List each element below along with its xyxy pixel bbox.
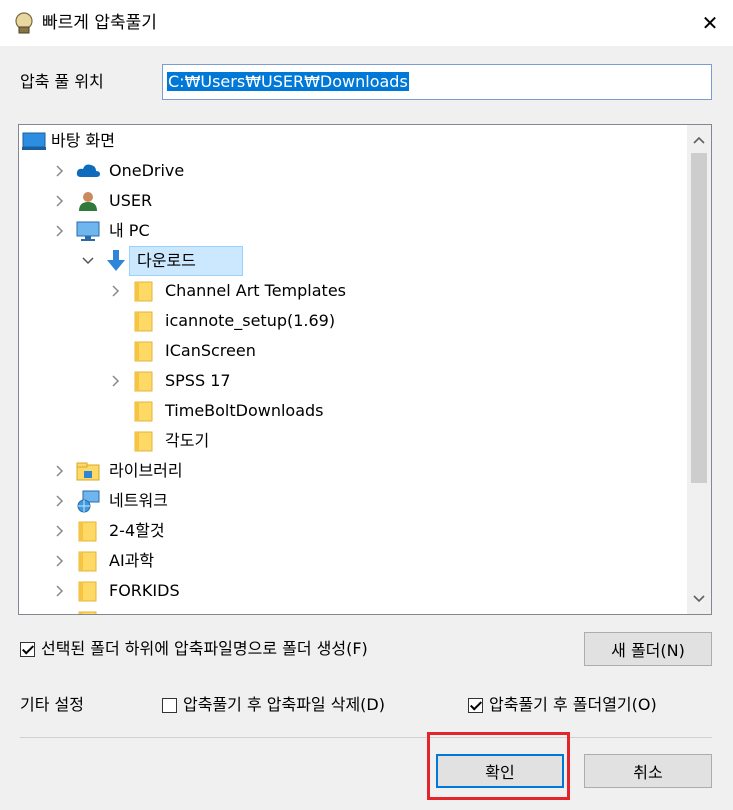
download-icon (103, 249, 129, 273)
folder-icon (75, 549, 101, 573)
tree-item[interactable] (19, 606, 687, 615)
folder-tree-rows: 바탕 화면 OneDrive USER 내 PC 다운로드 Channel Art Tem… (19, 125, 687, 614)
tree-item[interactable]: 라이브러리 (19, 456, 687, 486)
chevron-right-icon[interactable] (53, 464, 67, 478)
tree-item-label: TimeBoltDownloads (165, 401, 324, 420)
scroll-up-button[interactable] (687, 127, 711, 153)
open-folder-checkbox-box[interactable] (468, 697, 483, 713)
folder-icon (131, 369, 157, 393)
tree-item-label: 바탕 화면 (51, 131, 115, 150)
chevron-right-icon[interactable] (53, 224, 67, 238)
user-icon (75, 189, 101, 213)
delete-after-checkbox-label: 압축풀기 후 압축파일 삭제(D) (183, 695, 385, 714)
location-input[interactable]: C:₩Users₩USER₩Downloads (162, 64, 712, 100)
tree-item-label: 라이브러리 (109, 461, 183, 480)
tree-item[interactable]: 바탕 화면 (19, 126, 687, 156)
tree-item[interactable]: 각도기 (19, 426, 687, 456)
chevron-up-icon (693, 136, 705, 144)
create-folder-checkbox-label: 선택된 폴더 하위에 압축파일명으로 폴더 생성(F) (41, 639, 368, 658)
cloud-icon (75, 159, 101, 183)
tree-item[interactable]: FORKIDS (19, 576, 687, 606)
folder-icon (131, 309, 157, 333)
scroll-down-button[interactable] (687, 586, 711, 612)
tree-item-label: 내 PC (109, 221, 150, 240)
tree-item-label: SPSS 17 (165, 371, 231, 390)
desktop-icon (21, 129, 47, 153)
cancel-button[interactable]: 취소 (584, 754, 712, 788)
chevron-down-icon (693, 595, 705, 603)
chevron-right-icon[interactable] (53, 554, 67, 568)
tree-item[interactable]: SPSS 17 (19, 366, 687, 396)
location-label: 압축 풀 위치 (20, 72, 104, 91)
chevron-right-icon[interactable] (53, 494, 67, 508)
tree-item[interactable]: icannote_setup(1.69) (19, 306, 687, 336)
title-bar: 빠르게 압축풀기 ✕ (0, 0, 733, 46)
chevron-right-icon[interactable] (53, 194, 67, 208)
create-folder-checkbox[interactable]: 선택된 폴더 하위에 압축파일명으로 폴더 생성(F) (20, 638, 368, 660)
tree-item[interactable]: 다운로드 (19, 246, 687, 276)
chevron-down-icon[interactable] (81, 254, 95, 268)
tree-item-label: Channel Art Templates (165, 281, 346, 300)
location-input-value: C:₩Users₩USER₩Downloads (167, 72, 409, 91)
network-icon (75, 489, 101, 513)
chevron-right-icon[interactable] (53, 524, 67, 538)
folder-icon (131, 429, 157, 453)
folder-icon (131, 399, 157, 423)
close-icon: ✕ (701, 11, 719, 35)
folder-icon (131, 339, 157, 363)
tree-item[interactable]: 2-4할것 (19, 516, 687, 546)
tree-item[interactable]: OneDrive (19, 156, 687, 186)
folder-icon (75, 609, 101, 614)
open-folder-checkbox[interactable]: 압축풀기 후 폴더열기(O) (468, 694, 657, 716)
tree-item-label: 네트워크 (109, 491, 168, 510)
tree-item-label: AI과학 (109, 551, 155, 570)
tree-item[interactable]: Channel Art Templates (19, 276, 687, 306)
new-folder-button[interactable]: 새 폴더(N) (584, 632, 712, 666)
tree-item-label: 2-4할것 (109, 521, 165, 540)
tree-item[interactable]: 내 PC (19, 216, 687, 246)
scrollbar-thumb[interactable] (691, 153, 707, 483)
tree-item[interactable]: AI과학 (19, 546, 687, 576)
chevron-right-icon[interactable] (53, 584, 67, 598)
create-folder-checkbox-box[interactable] (20, 641, 35, 657)
tree-item-label: ICanScreen (165, 341, 256, 360)
open-folder-checkbox-label: 압축풀기 후 폴더열기(O) (489, 695, 657, 714)
folder-icon (75, 519, 101, 543)
chevron-right-icon[interactable] (53, 614, 67, 615)
tree-item-label: icannote_setup(1.69) (165, 311, 336, 330)
divider (20, 737, 712, 738)
annotation-highlight-box (427, 732, 570, 800)
chevron-right-icon[interactable] (53, 164, 67, 178)
tree-item-label: 다운로드 (137, 251, 196, 270)
delete-after-checkbox[interactable]: 압축풀기 후 압축파일 삭제(D) (162, 694, 385, 716)
vertical-scrollbar[interactable] (687, 125, 711, 614)
folder-tree[interactable]: 바탕 화면 OneDrive USER 내 PC 다운로드 Channel Art Tem… (18, 124, 712, 615)
tree-item[interactable]: TimeBoltDownloads (19, 396, 687, 426)
window-title: 빠르게 압축풀기 (42, 13, 157, 33)
library-icon (75, 459, 101, 483)
folder-icon (75, 579, 101, 603)
app-icon (15, 12, 33, 34)
tree-item-label: 각도기 (165, 431, 210, 450)
tree-item-label: OneDrive (109, 161, 185, 180)
chevron-right-icon[interactable] (109, 374, 123, 388)
tree-item[interactable]: ICanScreen (19, 336, 687, 366)
tree-item-label: USER (109, 191, 153, 210)
tree-item-label: FORKIDS (109, 581, 180, 600)
computer-icon (75, 219, 101, 243)
misc-settings-label: 기타 설정 (20, 695, 84, 714)
close-button[interactable]: ✕ (687, 0, 733, 46)
folder-icon (131, 279, 157, 303)
tree-item[interactable]: USER (19, 186, 687, 216)
chevron-right-icon[interactable] (109, 284, 123, 298)
delete-after-checkbox-box[interactable] (162, 697, 177, 713)
tree-item[interactable]: 네트워크 (19, 486, 687, 516)
